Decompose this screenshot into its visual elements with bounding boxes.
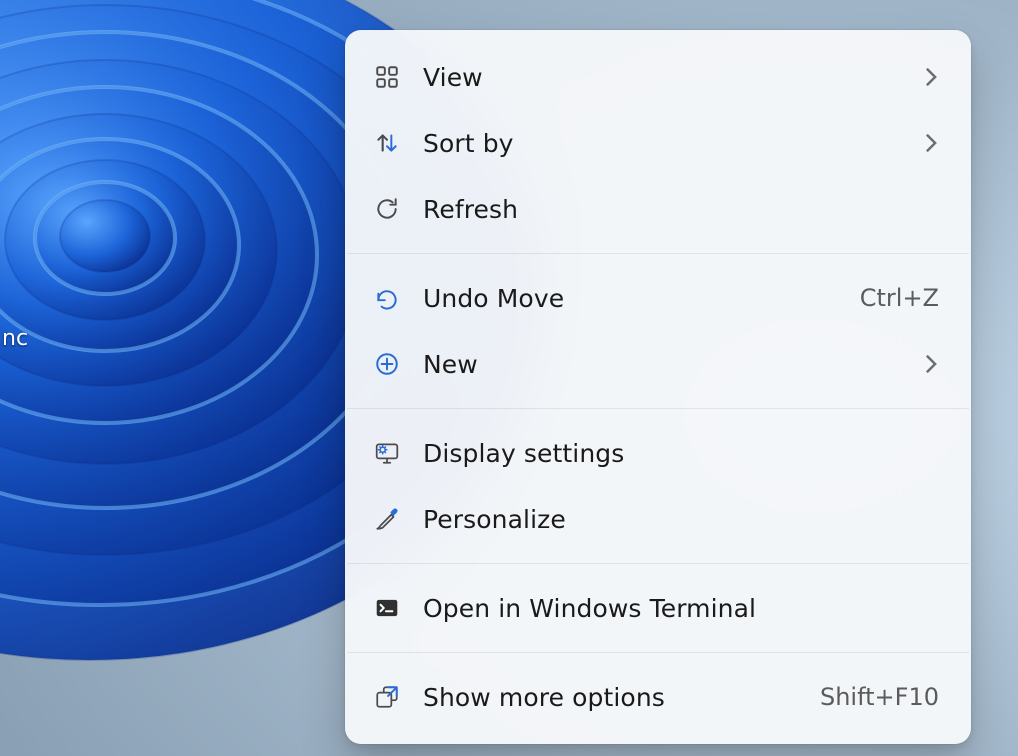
- new-icon: [373, 350, 401, 378]
- menu-item-more-options[interactable]: Show more options Shift+F10: [351, 664, 965, 730]
- personalize-icon: [373, 505, 401, 533]
- menu-section: Display settings Personalize: [345, 420, 971, 552]
- menu-item-label: Display settings: [423, 439, 939, 468]
- menu-item-terminal[interactable]: Open in Windows Terminal: [351, 575, 965, 641]
- menu-item-label: Refresh: [423, 195, 939, 224]
- menu-divider: [347, 253, 969, 254]
- more-options-icon: [373, 683, 401, 711]
- terminal-icon: [373, 594, 401, 622]
- display-settings-icon: [373, 439, 401, 467]
- sort-icon: [373, 129, 401, 157]
- menu-section: Show more options Shift+F10: [345, 664, 971, 730]
- menu-divider: [347, 408, 969, 409]
- menu-item-undo[interactable]: Undo Move Ctrl+Z: [351, 265, 965, 331]
- menu-item-accel: Shift+F10: [820, 683, 939, 711]
- menu-item-label: Open in Windows Terminal: [423, 594, 939, 623]
- menu-item-label: Undo Move: [423, 284, 848, 313]
- menu-item-label: New: [423, 350, 911, 379]
- menu-section: View Sort by: [345, 44, 971, 242]
- desktop-icon-label[interactable]: nc: [0, 326, 28, 351]
- menu-section: Undo Move Ctrl+Z New: [345, 265, 971, 397]
- menu-item-display-settings[interactable]: Display settings: [351, 420, 965, 486]
- view-icon: [373, 63, 401, 91]
- menu-divider: [347, 652, 969, 653]
- menu-item-label: Show more options: [423, 683, 808, 712]
- menu-item-sortby[interactable]: Sort by: [351, 110, 965, 176]
- menu-item-label: Sort by: [423, 129, 911, 158]
- chevron-right-icon: [923, 135, 939, 151]
- menu-item-label: Personalize: [423, 505, 939, 534]
- chevron-right-icon: [923, 356, 939, 372]
- menu-section: Open in Windows Terminal: [345, 575, 971, 641]
- menu-item-accel: Ctrl+Z: [860, 284, 939, 312]
- desktop-context-menu: View Sort by: [345, 30, 971, 744]
- chevron-right-icon: [923, 69, 939, 85]
- menu-item-refresh[interactable]: Refresh: [351, 176, 965, 242]
- menu-item-personalize[interactable]: Personalize: [351, 486, 965, 552]
- menu-item-view[interactable]: View: [351, 44, 965, 110]
- menu-item-new[interactable]: New: [351, 331, 965, 397]
- undo-icon: [373, 284, 401, 312]
- menu-divider: [347, 563, 969, 564]
- refresh-icon: [373, 195, 401, 223]
- menu-item-label: View: [423, 63, 911, 92]
